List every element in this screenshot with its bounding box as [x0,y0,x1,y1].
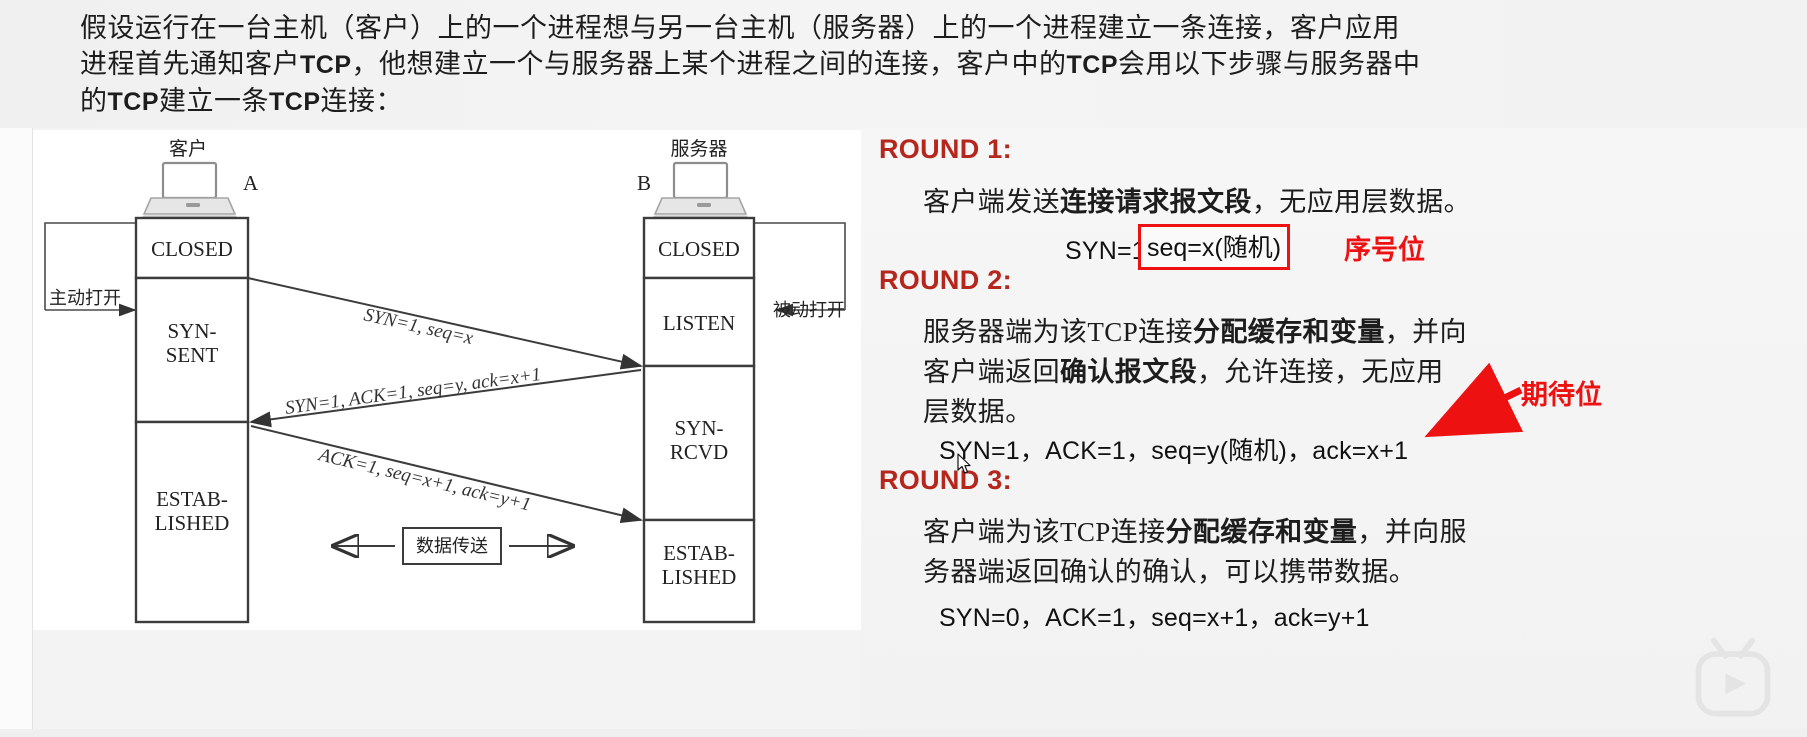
header-line-3: 的TCP建立一条TCP连接： [80,83,1780,120]
client-title-label: 客户 [169,138,207,160]
round-2-desc-l1-c: ，并向 [1384,317,1467,347]
header-line-2-tcp-1: TCP [300,51,352,79]
round-3-description-line-1: 客户端为该TCP连接分配缓存和变量，并向服 [923,510,1467,549]
round-1-desc-c: ，无应用层数据。 [1251,187,1472,217]
round-2-desc-l2-emphasis: 确认报文段 [1060,357,1197,387]
round-2-description-line-3: 层数据。 [923,397,1033,427]
header-line-2-part-a: 进程首先通知客户 [80,49,300,79]
round-2-desc-l2-c: ，允许连接，无应用 [1197,357,1444,387]
server-state-syn-rcvd: SYN- RCVD [642,364,756,522]
diagram-msg-2: SYN=1, ACK=1, seq=y, ack=x+1 [284,364,542,419]
bottom-strip [0,729,1807,737]
server-title-label: 服务器 [670,138,727,160]
client-state-syn-sent: SYN- SENT [134,276,250,424]
header-strip: 假设运行在一台主机（客户）上的一个进程想与另一台主机（服务器）上的一个进程建立一… [0,0,1807,128]
mouse-cursor-icon [957,453,971,474]
data-transfer-group: 数据传送 [333,527,573,565]
round-1-desc-a: 客户端发送 [923,187,1060,217]
client-state-closed-label: CLOSED [151,237,233,261]
client-laptop-icon: 客户 A [141,138,259,223]
header-paragraph: 假设运行在一台主机（客户）上的一个进程想与另一台主机（服务器）上的一个进程建立一… [80,10,1780,120]
server-state-established-label-b: LISHED [662,565,737,589]
header-line-3-part-b: 建立一条 [159,86,269,116]
bilibili-watermark-icon [1695,637,1771,717]
server-state-listen-label: LISTEN [663,311,735,335]
data-transfer-label: 数据传送 [416,536,488,556]
server-letter-label: B [637,171,651,195]
tcp-handshake-diagram: 客户 A 服务器 B 主动打开 被动打开 CLOSED SYN- SENT ES… [33,130,861,630]
client-state-established: ESTAB- LISHED [134,420,250,624]
header-line-1: 假设运行在一台主机（客户）上的一个进程想与另一台主机（服务器）上的一个进程建立一… [80,13,1400,43]
client-state-syn-sent-label-b: SENT [166,343,219,367]
server-state-syn-rcvd-label-b: RCVD [670,440,728,464]
passive-open-label: 被动打开 [773,300,845,320]
round-3-desc-l1-emphasis: 分配缓存和变量 [1165,517,1358,547]
round-2-desc-l2-a: 客户端返回 [923,357,1060,387]
server-state-established: ESTAB- LISHED [642,518,756,624]
header-line-2-part-c: 会用以下步骤与服务器中 [1118,49,1421,79]
round-1-annotation-seq: 序号位 [1344,235,1425,265]
round-3-heading: ROUND 3: [879,465,1012,495]
header-line-2-part-b: ，他想建立一个与服务器上某个进程之间的连接，客户中的 [351,49,1067,79]
client-state-established-label-b: LISHED [155,511,230,535]
client-state-closed: CLOSED [134,216,250,280]
round-1-seq-highlight-box: seq=x(随机) [1138,224,1291,270]
header-line-3-tcp-1: TCP [107,88,159,116]
client-letter-label: A [243,171,259,195]
round-2-desc-l1-a: 服务器端为该TCP连接 [923,317,1193,347]
round-2-desc-l1-emphasis: 分配缓存和变量 [1192,317,1385,347]
active-open-label: 主动打开 [49,288,121,308]
round-2-flags: SYN=1，ACK=1，seq=y(随机)，ack=x+1 [939,437,1409,465]
expect-bit-pointer-arrow [1424,362,1524,438]
round-1-desc-emphasis: 连接请求报文段 [1060,187,1252,217]
diagram-msg-1: SYN=1, seq=x [362,304,476,349]
round-3-description-line-2: 务器端返回确认的确认，可以携带数据。 [923,557,1417,587]
round-1-heading: ROUND 1: [879,134,1012,164]
server-state-closed-label: CLOSED [658,237,740,261]
round-3-desc-l1-c: ，并向服 [1357,517,1467,547]
server-state-listen: LISTEN [642,276,756,368]
round-3-flags: SYN=0，ACK=1，seq=x+1，ack=y+1 [939,604,1370,632]
round-2-heading: ROUND 2: [879,265,1012,295]
round-2-description-line-2: 客户端返回确认报文段，允许连接，无应用 [923,350,1444,389]
round-2-description-line-1: 服务器端为该TCP连接分配缓存和变量，并向 [923,310,1467,349]
round-3-desc-l1-a: 客户端为该TCP连接 [923,517,1166,547]
header-line-3-part-c: 连接： [320,86,403,116]
client-state-established-label-a: ESTAB- [156,487,228,511]
server-state-established-label-a: ESTAB- [663,541,735,565]
round-2-annotation-ack: 期待位 [1521,380,1602,410]
header-line-2: 进程首先通知客户TCP，他想建立一个与服务器上某个进程之间的连接，客户中的TCP… [80,46,1780,83]
client-state-syn-sent-label-a: SYN- [167,319,216,343]
header-line-2-tcp-2: TCP [1066,51,1118,79]
diagram-msg-3: ACK=1, seq=x+1, ack=y+1 [315,444,533,516]
server-state-syn-rcvd-label-a: SYN- [674,416,723,440]
header-line-3-tcp-2: TCP [269,88,321,116]
header-line-3-part-a: 的 [80,86,108,116]
explanation-panel: ROUND 1: 客户端发送连接请求报文段，无应用层数据。 SYN=1， seq… [861,128,1807,737]
server-state-closed: CLOSED [642,216,756,280]
server-laptop-icon: 服务器 B [637,138,749,223]
round-1-description: 客户端发送连接请求报文段，无应用层数据。 [923,180,1471,219]
